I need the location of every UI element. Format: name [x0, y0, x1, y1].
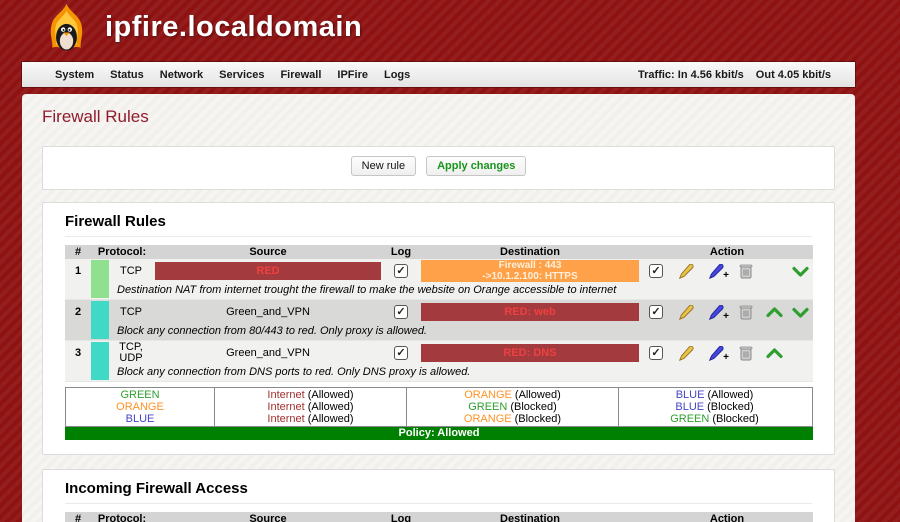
- menu-items: System Status Network Services Firewall …: [22, 69, 410, 81]
- firewall-rules-section: Firewall Rules # Protocol: Source Log De…: [42, 202, 835, 455]
- col-header-num: #: [74, 513, 82, 522]
- menu-item-network[interactable]: Network: [160, 69, 203, 81]
- rule-remark: Destination NAT from internet trought th…: [117, 284, 617, 296]
- copy-rule-icon[interactable]: +: [701, 345, 731, 363]
- edit-icon[interactable]: [671, 304, 701, 320]
- legend-zone-policies-1: ORANGE (Allowed) GREEN (Blocked) ORANGE (Bl…: [406, 388, 618, 426]
- rule-actions: +: [641, 300, 813, 324]
- rule-actions: +: [641, 259, 813, 283]
- enabled-checkbox[interactable]: [649, 264, 663, 278]
- menu-item-logs[interactable]: Logs: [384, 69, 410, 81]
- menu-item-ipfire[interactable]: IPFire: [337, 69, 368, 81]
- source-badge: RED: [155, 262, 381, 280]
- page-hostname: ipfire.localdomain: [105, 11, 363, 43]
- col-header-action: Action: [709, 513, 745, 522]
- table-row-rule-1: 1 TCP RED Firewall : 443 ->10.1.2.100: H…: [65, 259, 813, 300]
- legend-zone-policies-2: BLUE (Allowed) BLUE (Blocked) GREEN (Blocke…: [618, 388, 810, 426]
- delete-icon[interactable]: [731, 345, 761, 361]
- ipfire-logo-icon: [38, 3, 95, 60]
- rule-number: 2: [74, 306, 82, 318]
- policy-status-bar: Policy: Allowed: [65, 427, 813, 440]
- source-label: Green_and_VPN: [226, 347, 310, 359]
- menu-item-system[interactable]: System: [55, 69, 94, 81]
- section-heading: Firewall Rules: [65, 213, 166, 230]
- incoming-access-table: # Protocol: Source Log Destination Actio…: [65, 512, 813, 522]
- firewall-rules-table: # Protocol: Source Log Destination Actio…: [65, 245, 813, 382]
- traffic-indicator: Traffic: In 4.56 kbit/s Out 4.05 kbit/s: [638, 69, 855, 81]
- move-up-icon[interactable]: [761, 347, 787, 359]
- col-header-num: #: [74, 246, 82, 258]
- rule-number: 3: [74, 347, 82, 359]
- rule-remark: Block any connection from 80/443 to red.…: [117, 325, 427, 337]
- rule-remark: Block any connection from DNS ports to r…: [117, 366, 471, 378]
- copy-rule-icon[interactable]: +: [701, 304, 731, 322]
- edit-icon[interactable]: [671, 263, 701, 279]
- log-checkbox[interactable]: [394, 305, 408, 319]
- destination-badge: RED: DNS: [421, 344, 639, 362]
- enabled-checkbox[interactable]: [649, 305, 663, 319]
- rule-protocol: TCP: [120, 264, 142, 277]
- rule-protocol: TCP: [120, 305, 142, 318]
- col-header-source: Source: [249, 513, 287, 522]
- menu-item-services[interactable]: Services: [219, 69, 264, 81]
- new-rule-button[interactable]: New rule: [350, 156, 417, 176]
- destination-badge: Firewall : 443 ->10.1.2.100: HTTPS: [421, 260, 639, 282]
- page-title: Firewall Rules: [42, 107, 149, 126]
- rule-color-tag: [91, 301, 109, 339]
- move-down-icon[interactable]: [787, 266, 813, 277]
- delete-icon[interactable]: [731, 304, 761, 320]
- col-header-protocol: Protocol:: [97, 246, 147, 258]
- log-checkbox[interactable]: [394, 346, 408, 360]
- delete-icon[interactable]: [731, 263, 761, 279]
- col-header-log: Log: [390, 513, 412, 522]
- main-menubar: System Status Network Services Firewall …: [22, 62, 855, 87]
- section-heading: Incoming Firewall Access: [65, 480, 248, 497]
- rule-actions: +: [641, 341, 813, 365]
- legend-networks: GREEN ORANGE BLUE: [116, 389, 164, 425]
- toolbar-box: New rule Apply changes: [42, 146, 835, 190]
- legend-internet-policies: Internet (Allowed) Internet (Allowed) Inte…: [214, 388, 406, 426]
- apply-changes-button[interactable]: Apply changes: [426, 156, 527, 176]
- traffic-in: Traffic: In 4.56 kbit/s: [638, 68, 744, 81]
- log-checkbox[interactable]: [394, 264, 408, 278]
- policy-legend: GREEN ORANGE BLUE Internet (Allowed) Inte…: [65, 387, 813, 427]
- heading-divider: [65, 236, 812, 237]
- col-header-action: Action: [709, 246, 745, 258]
- destination-badge: RED: web: [421, 303, 639, 321]
- table-header-row: # Protocol: Source Log Destination Actio…: [65, 245, 813, 259]
- col-header-protocol: Protocol:: [97, 513, 147, 522]
- menu-item-status[interactable]: Status: [110, 69, 144, 81]
- source-label: Green_and_VPN: [226, 306, 310, 318]
- main-content-panel: Firewall Rules New rule Apply changes Fi…: [22, 94, 855, 522]
- table-row-rule-2: 2 TCP Green_and_VPN RED: web: [65, 300, 813, 341]
- edit-icon[interactable]: [671, 345, 701, 361]
- rule-color-tag: [91, 342, 109, 380]
- table-header-row: # Protocol: Source Log Destination Actio…: [65, 512, 813, 522]
- menu-item-firewall[interactable]: Firewall: [280, 69, 321, 81]
- col-header-log: Log: [390, 246, 412, 258]
- incoming-firewall-access-section: Incoming Firewall Access # Protocol: Sou…: [42, 469, 835, 522]
- col-header-dest: Destination: [500, 513, 560, 522]
- enabled-checkbox[interactable]: [649, 346, 663, 360]
- table-row-rule-3: 3 TCP, UDP Green_and_VPN RED: DNS: [65, 341, 813, 382]
- col-header-dest: Destination: [500, 246, 560, 258]
- rule-color-tag: [91, 260, 109, 298]
- heading-divider: [65, 503, 812, 504]
- move-up-icon[interactable]: [761, 306, 787, 318]
- col-header-source: Source: [249, 246, 287, 258]
- copy-rule-icon[interactable]: +: [701, 263, 731, 281]
- rule-protocol: TCP, UDP: [119, 341, 143, 364]
- rule-number: 1: [74, 265, 82, 277]
- traffic-out: Out 4.05 kbit/s: [755, 68, 831, 81]
- masthead: ipfire.localdomain: [0, 0, 900, 62]
- move-down-icon[interactable]: [787, 307, 813, 318]
